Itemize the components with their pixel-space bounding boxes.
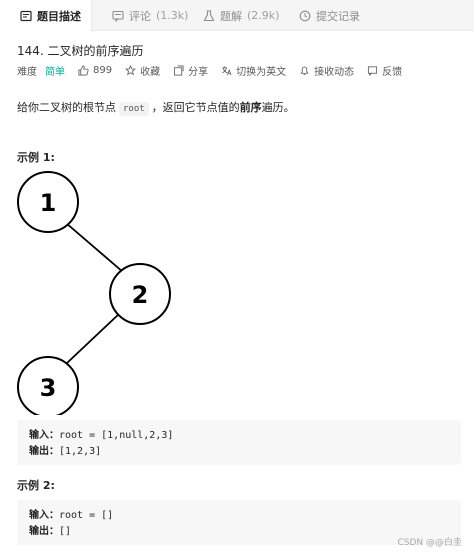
favorite-button[interactable]: 收藏 bbox=[125, 63, 160, 78]
difficulty-value: 简单 bbox=[45, 66, 65, 78]
output-label: 输出： bbox=[29, 526, 59, 537]
tab-description[interactable]: 题目描述 bbox=[0, 0, 92, 32]
tab-comments[interactable]: 评论 (1.3k) bbox=[112, 0, 188, 31]
tree-node-label: 3 bbox=[40, 374, 57, 402]
desc-code: root bbox=[119, 102, 149, 116]
input-label: 输入： bbox=[29, 510, 59, 521]
tree-edge bbox=[66, 312, 121, 364]
share-icon bbox=[174, 65, 184, 75]
translate-icon bbox=[222, 65, 232, 75]
problem-title: 144. 二叉树的前序遍历 bbox=[17, 44, 144, 58]
tab-label: 题目描述 bbox=[37, 10, 81, 23]
switch-language-label: 切换为英文 bbox=[236, 66, 287, 78]
clock-icon bbox=[299, 10, 311, 21]
notify-button[interactable]: 接收动态 bbox=[299, 63, 354, 78]
tree-node-label: 2 bbox=[132, 281, 149, 309]
desc-bold: 前序 bbox=[239, 101, 262, 114]
desc-text: ，返回它节点值的 bbox=[151, 101, 240, 114]
problem-meta-bar: 难度 简单 899 收藏 分享 切换为英文 接收动态 反馈 bbox=[17, 63, 415, 78]
input-value: root = [1,null,2,3] bbox=[59, 430, 174, 441]
example-1-title: 示例 1: bbox=[17, 151, 55, 164]
output-label: 输出： bbox=[29, 446, 59, 457]
difficulty-label: 难度 bbox=[17, 66, 37, 78]
tree-edge bbox=[65, 222, 124, 273]
tab-solutions[interactable]: 题解 (2.9k) bbox=[203, 0, 279, 31]
tab-submissions[interactable]: 提交记录 bbox=[299, 0, 360, 31]
difficulty: 难度 简单 bbox=[17, 63, 65, 78]
flask-icon bbox=[203, 10, 215, 21]
feedback-label: 反馈 bbox=[382, 66, 403, 78]
desc-text: 遍历。 bbox=[261, 101, 295, 114]
binary-tree-diagram: 1 2 3 bbox=[17, 171, 171, 415]
input-line: 输入：root = [1,null,2,3] bbox=[29, 428, 449, 444]
like-button[interactable]: 899 bbox=[78, 65, 112, 76]
star-icon bbox=[125, 64, 137, 75]
tab-count: (2.9k) bbox=[247, 9, 280, 22]
output-value: [] bbox=[59, 526, 72, 537]
switch-language-button[interactable]: 切换为英文 bbox=[221, 63, 286, 78]
tab-bar: 题目描述 评论 (1.3k) 题解 (2.9k) 提交记录 bbox=[0, 0, 474, 32]
thumbs-up-icon bbox=[78, 65, 89, 75]
like-count: 899 bbox=[93, 64, 113, 76]
tab-label: 评论 bbox=[129, 9, 151, 23]
output-value: [1,2,3] bbox=[59, 446, 102, 457]
tab-count: (1.3k) bbox=[156, 9, 189, 22]
tab-label: 题解 bbox=[220, 9, 242, 23]
input-label: 输入： bbox=[29, 430, 59, 441]
example-1-io: 输入：root = [1,null,2,3] 输出：[1,2,3] bbox=[17, 420, 461, 465]
example-2-io: 输入：root = [] 输出：[] bbox=[17, 500, 461, 545]
example-2-title: 示例 2: bbox=[17, 479, 55, 492]
output-line: 输出：[] bbox=[29, 524, 449, 540]
desc-text: 给你二叉树的根节点 bbox=[17, 101, 116, 114]
input-line: 输入：root = [] bbox=[29, 508, 449, 524]
notify-label: 接收动态 bbox=[314, 66, 355, 78]
favorite-label: 收藏 bbox=[140, 66, 161, 78]
share-button[interactable]: 分享 bbox=[173, 63, 208, 78]
tree-node-label: 1 bbox=[40, 189, 57, 217]
output-line: 输出：[1,2,3] bbox=[29, 444, 449, 460]
doc-icon bbox=[20, 10, 32, 22]
feedback-button[interactable]: 反馈 bbox=[367, 63, 402, 78]
comment-icon bbox=[112, 10, 124, 22]
share-label: 分享 bbox=[188, 66, 209, 78]
watermark: CSDN @@白圭 bbox=[397, 538, 462, 548]
bell-icon bbox=[300, 66, 309, 75]
tab-label: 提交记录 bbox=[316, 9, 360, 23]
input-value: root = [] bbox=[59, 510, 114, 521]
flag-icon bbox=[368, 65, 378, 76]
problem-description: 给你二叉树的根节点 root ，返回它节点值的前序遍历。 bbox=[17, 99, 295, 116]
